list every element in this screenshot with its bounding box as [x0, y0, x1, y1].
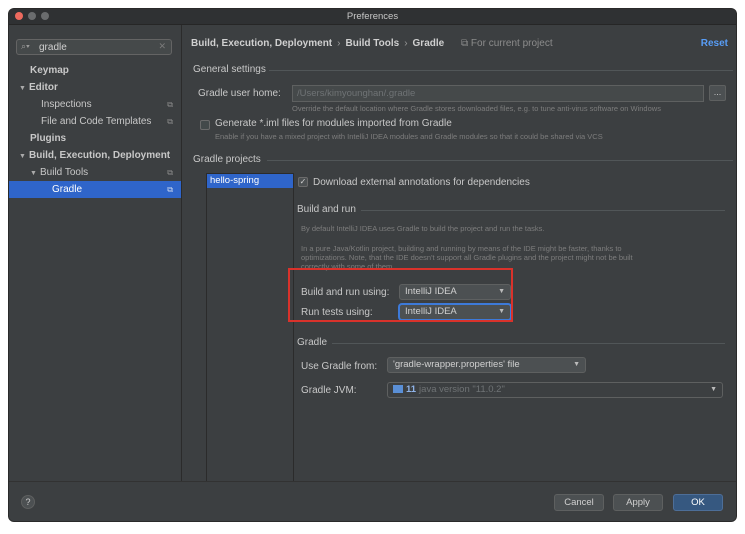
download-annotations-label[interactable]: Download external annotations for depend… [313, 177, 530, 188]
section-title: Gradle projects [193, 154, 261, 165]
build-and-run-description: By default IntelliJ IDEA uses Gradle to … [301, 224, 545, 233]
search-input[interactable] [39, 41, 149, 53]
gradle-projects-list[interactable]: hello-spring [206, 173, 294, 487]
sidebar-item-inspections[interactable]: Inspections ⧉ [9, 96, 181, 113]
sidebar-item-file-code-templates[interactable]: File and Code Templates ⧉ [9, 113, 181, 130]
list-item[interactable]: hello-spring [207, 174, 293, 188]
gradle-user-home-label: Gradle user home: [198, 88, 281, 99]
generate-iml-hint: Enable if you have a mixed project with … [215, 132, 603, 141]
settings-search[interactable]: ⌕▾ ✕ [16, 39, 172, 55]
jvm-detail: java version "11.0.2" [419, 384, 505, 395]
settings-sidebar: ⌕▾ ✕ Keymap ▼Editor Inspections ⧉ File a… [9, 25, 182, 481]
gradle-user-home-hint: Override the default location where Grad… [292, 104, 661, 113]
sidebar-item-label: Build, Execution, Deployment [29, 150, 171, 161]
use-gradle-from-select[interactable]: 'gradle-wrapper.properties' file ▼ [387, 357, 586, 373]
section-title: Gradle [297, 337, 328, 348]
sidebar-item-build-execution-deployment[interactable]: ▼ Build, Execution, Deployment [9, 147, 181, 164]
clear-search-icon[interactable]: ✕ [158, 41, 166, 52]
project-settings-icon: ⧉ [167, 100, 173, 109]
build-and-run-section: Build and run [297, 204, 725, 215]
cancel-button[interactable]: Cancel [554, 494, 604, 511]
help-button[interactable]: ? [21, 495, 35, 509]
expand-arrow-icon[interactable]: ▼ [30, 165, 40, 182]
browse-button[interactable]: ... [709, 85, 726, 101]
generate-iml-checkbox[interactable] [200, 120, 210, 130]
section-divider [269, 70, 733, 71]
section-title: Build and run [297, 204, 356, 215]
highlight-annotation-box [288, 268, 513, 322]
section-divider [267, 160, 733, 161]
breadcrumb: Build, Execution, Deployment › Build Tools… [191, 38, 553, 49]
jdk-folder-icon [393, 385, 403, 393]
settings-content: Build, Execution, Deployment › Build Tools… [182, 25, 736, 487]
gradle-projects-section: Gradle projects [193, 154, 733, 165]
project-settings-icon: ⧉ [167, 168, 173, 177]
reset-link[interactable]: Reset [701, 38, 728, 49]
project-settings-icon: ⧉ [167, 117, 173, 126]
section-divider [332, 343, 725, 344]
project-scope-icon: ⧉ [461, 38, 471, 49]
build-and-run-note-line: In a pure Java/Kotlin project, building … [301, 244, 622, 253]
sidebar-item-label: Editor [29, 82, 58, 93]
breadcrumb-item: Gradle [412, 38, 445, 49]
gradle-jvm-select[interactable]: 11 java version "11.0.2" ▼ [387, 382, 723, 398]
sidebar-item-label: Inspections [41, 99, 92, 110]
sidebar-item-label: Gradle [52, 184, 83, 195]
window-title: Preferences [346, 11, 399, 22]
sidebar-item-label: Keymap [30, 65, 69, 76]
preferences-window: Preferences ⌕▾ ✕ Keymap ▼Editor Inspecti… [9, 9, 736, 521]
sidebar-item-label: File and Code Templates [41, 116, 152, 127]
generate-iml-label[interactable]: Generate *.iml files for modules importe… [215, 118, 452, 129]
chevron-down-icon: ▼ [573, 361, 580, 368]
jvm-version: 11 [406, 384, 417, 395]
expand-arrow-icon[interactable]: ▼ [19, 80, 29, 97]
breadcrumb-separator-icon: › [404, 38, 408, 49]
use-gradle-from-label: Use Gradle from: [301, 361, 378, 372]
project-settings-icon: ⧉ [167, 185, 173, 194]
section-title: General settings [193, 64, 266, 75]
general-settings-section: General settings [193, 64, 733, 75]
project-scope-label: For current project [470, 38, 553, 49]
ok-button[interactable]: OK [673, 494, 723, 511]
chevron-down-icon: ▼ [710, 386, 717, 393]
apply-button[interactable]: Apply [613, 494, 663, 511]
build-and-run-note-line: optimizations. Note, that the IDE doesn'… [301, 253, 633, 262]
download-annotations-checkbox[interactable]: ✓ [298, 177, 308, 187]
dialog-footer: ? Cancel Apply OK [9, 481, 736, 521]
breadcrumb-item[interactable]: Build, Execution, Deployment [191, 38, 332, 49]
gradle-user-home-field[interactable]: /Users/kimyounghan/.gradle [292, 85, 704, 102]
sidebar-item-keymap[interactable]: Keymap [9, 62, 181, 79]
sidebar-item-gradle[interactable]: Gradle ⧉ [9, 181, 181, 198]
section-divider [361, 210, 725, 211]
title-bar: Preferences [9, 9, 736, 25]
sidebar-item-editor[interactable]: ▼ Editor [9, 79, 181, 96]
gradle-section: Gradle [297, 337, 725, 348]
sidebar-item-label: Build Tools [40, 167, 89, 178]
sidebar-item-label: Plugins [30, 133, 67, 144]
sidebar-item-build-tools[interactable]: ▼ Build Tools ⧉ [9, 164, 181, 181]
project-scope: ⧉ For current project [461, 38, 553, 49]
sidebar-item-plugins[interactable]: Plugins [9, 130, 181, 147]
expand-arrow-icon[interactable]: ▼ [19, 148, 29, 165]
gradle-jvm-label: Gradle JVM: [301, 385, 357, 396]
select-value: 'gradle-wrapper.properties' file [393, 359, 520, 370]
search-icon: ⌕▾ [21, 41, 30, 51]
breadcrumb-separator-icon: › [337, 38, 341, 49]
breadcrumb-item[interactable]: Build Tools [345, 38, 399, 49]
